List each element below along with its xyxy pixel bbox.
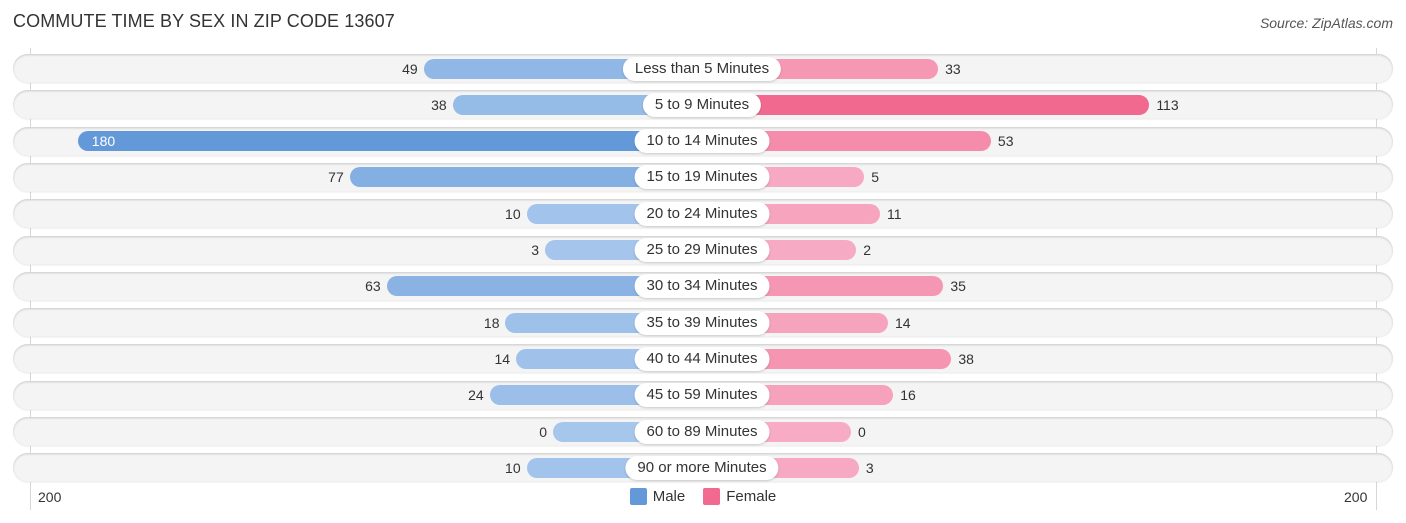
male-value-label: 49	[402, 60, 418, 77]
male-value-label: 10	[505, 459, 521, 476]
legend-item-male[interactable]: Male	[629, 488, 686, 505]
female-value-label: 53	[997, 133, 1014, 150]
legend-swatch-female	[703, 488, 721, 505]
male-value-label: 3	[531, 242, 540, 258]
category-label: 35 to 39 Minutes	[634, 310, 770, 335]
female-value-label: 0	[858, 423, 866, 440]
source-label: Source: ZipAtlas.com	[1259, 15, 1393, 31]
category-label: 90 or more Minutes	[625, 455, 779, 480]
category-label: 40 to 44 Minutes	[634, 346, 770, 371]
chart-title: COMMUTE TIME BY SEX IN ZIP CODE 13607	[13, 11, 395, 31]
legend-item-female[interactable]: Female	[703, 488, 776, 505]
male-value-label: 18	[483, 314, 500, 331]
legend: Male Female	[0, 488, 1406, 505]
female-value-label: 35	[950, 278, 966, 295]
female-value-label: 38	[958, 350, 974, 367]
category-label: Less than 5 Minutes	[622, 56, 782, 81]
female-value-label: 16	[900, 387, 916, 404]
male-value-label: 77	[328, 169, 344, 186]
female-value-label: 14	[894, 314, 911, 331]
male-value-label: 63	[365, 278, 381, 295]
category-label: 30 to 34 Minutes	[634, 274, 770, 299]
category-label: 10 to 14 Minutes	[634, 129, 770, 154]
male-value-label: 10	[505, 205, 521, 222]
category-label: 5 to 9 Minutes	[642, 92, 762, 117]
category-label: 25 to 29 Minutes	[634, 238, 770, 262]
female-value-label: 11	[887, 205, 902, 222]
female-value-label: 33	[945, 60, 961, 77]
legend-swatch-male	[629, 488, 647, 505]
female-value-label: 2	[863, 242, 872, 258]
female-value-label: 5	[871, 169, 879, 186]
female-value-label: 113	[1156, 96, 1179, 113]
category-label: 15 to 19 Minutes	[634, 165, 770, 190]
legend-label-female: Female	[726, 488, 777, 505]
legend-label-male: Male	[652, 488, 686, 505]
category-label: 60 to 89 Minutes	[634, 419, 770, 444]
male-value-label: 0	[539, 423, 547, 440]
male-value-label: 14	[494, 350, 511, 367]
male-value-label: 38	[431, 96, 447, 113]
male-value-label: 24	[468, 387, 484, 404]
male-value-label: 180	[91, 133, 116, 150]
female-value-label: 3	[865, 459, 874, 476]
male-bar[interactable]	[77, 131, 702, 152]
female-bar[interactable]	[702, 94, 1150, 115]
category-label: 45 to 59 Minutes	[634, 383, 770, 408]
category-label: 20 to 24 Minutes	[634, 201, 770, 226]
